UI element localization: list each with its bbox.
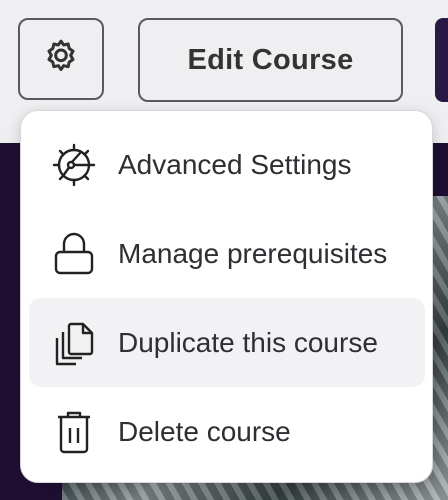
view-button-edge[interactable] xyxy=(435,18,448,102)
lock-icon xyxy=(29,231,118,277)
trash-icon xyxy=(29,409,118,455)
edit-course-button[interactable]: Edit Course xyxy=(138,18,403,102)
duplicate-icon xyxy=(29,320,118,366)
gear-icon xyxy=(41,37,81,82)
advanced-settings-icon xyxy=(29,143,118,187)
menu-item-manage-prerequisites[interactable]: Manage prerequisites xyxy=(29,209,425,298)
menu-item-label: Duplicate this course xyxy=(118,326,378,358)
menu-item-advanced-settings[interactable]: Advanced Settings xyxy=(29,120,425,209)
settings-button[interactable] xyxy=(18,18,104,100)
menu-item-duplicate-course[interactable]: Duplicate this course xyxy=(29,298,425,387)
menu-item-delete-course[interactable]: Delete course xyxy=(29,387,425,476)
course-options-menu: Advanced Settings Manage prerequisites D… xyxy=(20,110,433,483)
menu-item-label: Advanced Settings xyxy=(118,148,352,180)
menu-item-label: Manage prerequisites xyxy=(118,237,388,269)
menu-item-label: Delete course xyxy=(118,415,291,447)
